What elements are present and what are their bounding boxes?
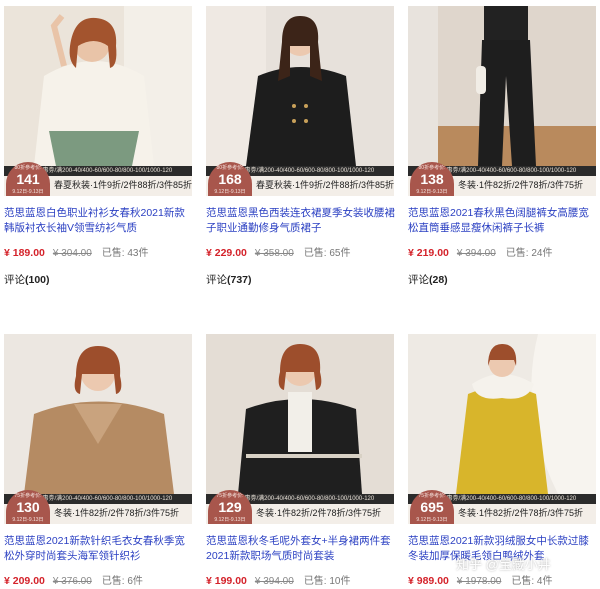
- original-price: ¥ 376.00: [52, 576, 92, 587]
- product-image[interactable]: [408, 6, 596, 166]
- current-price: ¥ 209.00: [4, 575, 45, 587]
- badge-label: 80折参考价:: [216, 165, 244, 171]
- discount-text: 冬装·1件82折/2件78折/3件75折: [458, 180, 584, 190]
- product-image[interactable]: [206, 6, 394, 166]
- reviews-count: (100): [25, 274, 50, 286]
- promo-strip: 10元优惠劵/满200-40/400-60/600-80/800-100/100…: [4, 162, 193, 196]
- price-badge: 80折参考价: 141 9.12日-9.13日: [6, 162, 50, 196]
- sold-count: 已售: 6件: [101, 576, 143, 587]
- reviews-link[interactable]: 评论(100): [4, 272, 50, 287]
- current-price: ¥ 199.00: [206, 575, 247, 587]
- badge-label: 80折参考价:: [418, 165, 446, 171]
- badge-label: 75折参考价:: [418, 493, 446, 499]
- product-image[interactable]: [206, 334, 394, 494]
- reviews-link[interactable]: 评论(737): [206, 272, 252, 287]
- promo-strip: 10元优惠劵/满200-40/400-60/600-80/800-100/100…: [206, 162, 395, 196]
- price-row: ¥ 229.00 ¥ 358.00 已售: 65件: [206, 244, 351, 259]
- reviews-count: (28): [429, 274, 448, 286]
- original-price: ¥ 394.00: [254, 576, 294, 587]
- badge-date: 9.12日-9.13日: [214, 517, 246, 523]
- badge-label: 75折参考价:: [14, 493, 42, 499]
- badge-price: 129: [218, 499, 242, 515]
- promo-strip: 10元优惠劵/满200-40/400-60/600-80/800-100/100…: [408, 490, 596, 524]
- original-price: ¥ 304.00: [52, 248, 92, 259]
- badge-date: 9.12日-9.13日: [12, 517, 44, 523]
- product-image[interactable]: [408, 334, 596, 494]
- badge-price: 168: [218, 171, 242, 187]
- reviews-label: 评论: [206, 274, 227, 286]
- product-title-link[interactable]: 范思蓝恩2021新款针织毛衣女春秋季宽松外穿时尚套头海军领针织衫: [4, 534, 194, 564]
- original-price: ¥ 1978.00: [456, 576, 502, 587]
- zhihu-watermark: 知乎 @宝藏小井: [456, 557, 551, 572]
- original-price: ¥ 358.00: [254, 248, 294, 259]
- current-price: ¥ 989.00: [408, 575, 449, 587]
- discount-text: 春夏秋装·1件9折/2件88折/3件85折: [54, 180, 193, 190]
- discount-text: 冬装·1件82折/2件78折/3件75折: [54, 508, 180, 518]
- original-price: ¥ 394.00: [456, 248, 496, 259]
- badge-date: 9.12日-9.13日: [416, 189, 448, 195]
- badge-label: 75折参考价:: [216, 493, 244, 499]
- price-badge: 75折参考价: 695 9.12日-9.13日: [410, 490, 454, 524]
- reviews-label: 评论: [408, 274, 429, 286]
- product-image[interactable]: [4, 334, 192, 494]
- reviews-link[interactable]: 评论(28): [408, 272, 448, 287]
- price-row: ¥ 209.00 ¥ 376.00 已售: 6件: [4, 572, 143, 587]
- badge-label: 80折参考价:: [14, 165, 42, 171]
- discount-text: 冬装·1件82折/2件78折/3件75折: [458, 508, 584, 518]
- price-row: ¥ 219.00 ¥ 394.00 已售: 24件: [408, 244, 553, 259]
- product-title-link[interactable]: 范思蓝恩白色职业衬衫女春秋2021新款韩版衬衣长袖V领雪纺衫气质: [4, 206, 194, 236]
- badge-date: 9.12日-9.13日: [214, 189, 246, 195]
- product-title-link[interactable]: 范思蓝恩秋冬毛呢外套女+半身裙两件套2021新款职场气质时尚套装: [206, 534, 396, 564]
- discount-text: 冬装·1件82折/2件78折/3件75折: [256, 508, 382, 518]
- badge-price: 138: [420, 171, 444, 187]
- sold-count: 已售: 10件: [303, 576, 351, 587]
- price-badge: 80折参考价: 138 9.12日-9.13日: [410, 162, 454, 196]
- current-price: ¥ 219.00: [408, 247, 449, 259]
- price-row: ¥ 189.00 ¥ 304.00 已售: 43件: [4, 244, 149, 259]
- badge-price: 130: [16, 499, 40, 515]
- current-price: ¥ 229.00: [206, 247, 247, 259]
- sold-count: 已售: 43件: [101, 248, 149, 259]
- badge-date: 9.12日-9.13日: [416, 517, 448, 523]
- badge-price: 695: [420, 499, 444, 515]
- price-row: ¥ 199.00 ¥ 394.00 已售: 10件: [206, 572, 351, 587]
- promo-strip: 10元优惠劵/满200-40/400-60/600-80/800-100/100…: [408, 162, 596, 196]
- price-badge: 75折参考价: 130 9.12日-9.13日: [6, 490, 50, 524]
- badge-date: 9.12日-9.13日: [12, 189, 44, 195]
- price-badge: 75折参考价: 129 9.12日-9.13日: [208, 490, 252, 524]
- sold-count: 已售: 24件: [505, 248, 553, 259]
- sold-count: 已售: 65件: [303, 248, 351, 259]
- product-title-link[interactable]: 范思蓝恩黑色西装连衣裙夏季女装收腰裙子职业通勤修身气质裙子: [206, 206, 396, 236]
- product-image[interactable]: [4, 6, 192, 166]
- badge-price: 141: [16, 171, 40, 187]
- current-price: ¥ 189.00: [4, 247, 45, 259]
- reviews-label: 评论: [4, 274, 25, 286]
- promo-strip: 10元优惠劵/满200-40/400-60/600-80/800-100/100…: [206, 490, 394, 524]
- sold-count: 已售: 4件: [511, 576, 553, 587]
- price-badge: 80折参考价: 168 9.12日-9.13日: [208, 162, 252, 196]
- price-row: ¥ 989.00 ¥ 1978.00 已售: 4件: [408, 572, 553, 587]
- product-title-link[interactable]: 范思蓝恩2021春秋黑色阔腿裤女高腰宽松直筒垂感显瘦休闲裤子长裤: [408, 206, 598, 236]
- reviews-count: (737): [227, 274, 252, 286]
- promo-strip: 10元优惠劵/满200-40/400-60/600-80/800-100/100…: [4, 490, 192, 524]
- discount-text: 春夏秋装·1件9折/2件88折/3件85折: [256, 180, 395, 190]
